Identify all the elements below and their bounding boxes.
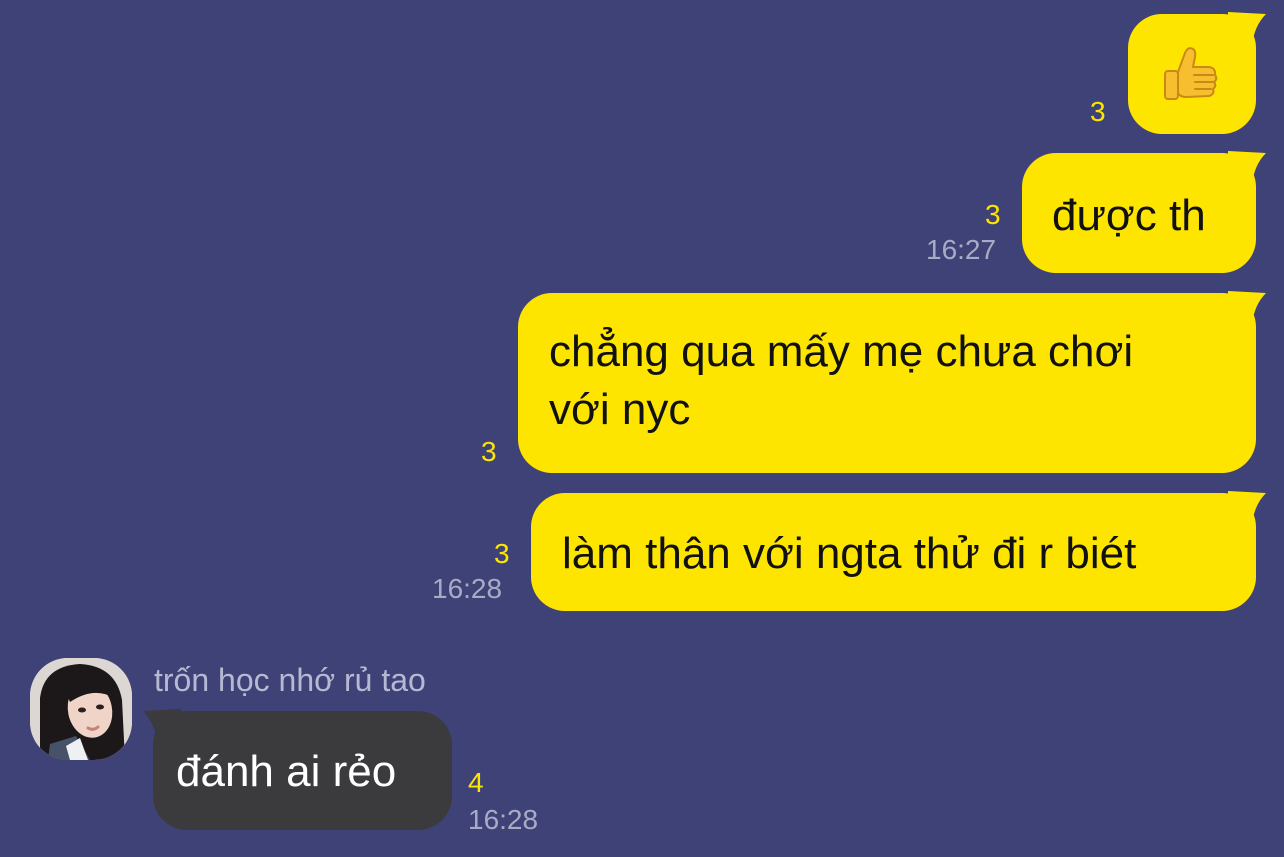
unread-count: 3 <box>985 199 1001 230</box>
message-timestamp: 16:28 <box>432 573 503 604</box>
message-timestamp: 16:27 <box>926 234 997 265</box>
message-bubble-thumbs-up[interactable] <box>1128 12 1266 134</box>
message-bubble[interactable]: đánh ai rẻo <box>143 709 452 830</box>
message-text-line: chẳng qua mấy mẹ chưa chơi <box>549 327 1134 376</box>
message-text: đánh ai rẻo <box>176 747 397 796</box>
unread-count: 3 <box>1090 96 1106 127</box>
thumbs-up-icon <box>1164 47 1218 100</box>
bubble-tail <box>143 709 181 743</box>
message-bubble[interactable]: làm thân với ngta thử đi r biét <box>531 491 1266 611</box>
message-text: được th <box>1052 191 1206 240</box>
bubble-tail <box>1228 12 1266 46</box>
bubble-tail <box>1228 491 1266 525</box>
message-timestamp: 16:28 <box>468 804 539 835</box>
bubble-tail <box>1228 151 1266 185</box>
unread-count: 4 <box>468 767 484 798</box>
avatar[interactable] <box>30 658 132 760</box>
message-text-line: với nyc <box>549 385 691 434</box>
unread-count: 3 <box>481 436 497 467</box>
avatar-photo <box>30 658 132 760</box>
bubble-tail <box>1228 291 1266 325</box>
unread-count: 3 <box>494 538 510 569</box>
message-bubble[interactable]: chẳng qua mấy mẹ chưa chơi với nyc <box>518 291 1266 473</box>
message-bubble[interactable]: được th <box>1022 151 1266 273</box>
message-text: làm thân với ngta thử đi r biét <box>562 529 1137 578</box>
sender-name: trốn học nhớ rủ tao <box>154 662 426 698</box>
